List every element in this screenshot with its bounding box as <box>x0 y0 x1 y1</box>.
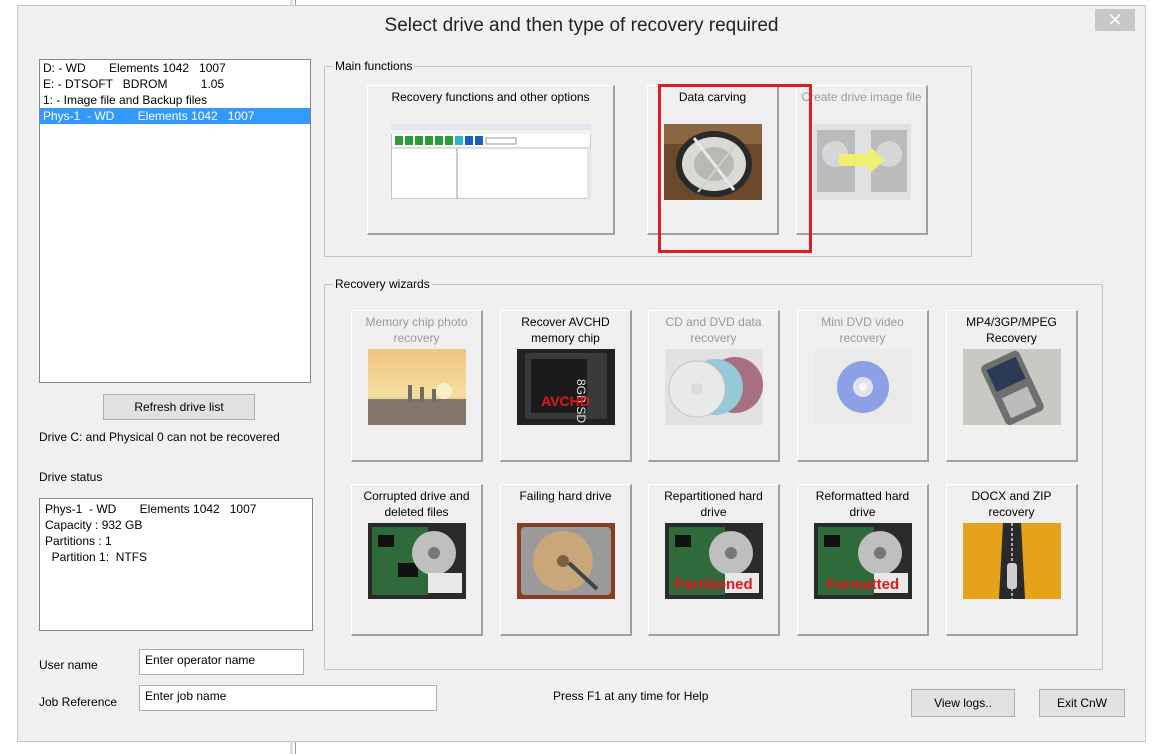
drive-status-line: Phys-1 - WD Elements 1042 1007 <box>45 502 257 516</box>
docx-zip-tile[interactable]: DOCX and ZIP recovery <box>946 484 1078 636</box>
create-drive-image-tile[interactable]: Create drive image file <box>796 85 928 235</box>
corrupted-drive-tile[interactable]: Corrupted drive and deleted files <box>351 484 483 636</box>
tile-label: Failing hard drive <box>519 489 612 503</box>
partitioned-overlay: Partitioned <box>674 576 753 593</box>
zipper-thumbnail <box>962 523 1061 599</box>
drive-status-line: Partitions : 1 <box>45 534 112 548</box>
tile-label: Create drive image file <box>801 90 922 104</box>
tile-label: DOCX and ZIP recovery <box>971 489 1052 519</box>
cd-dvd-tile[interactable]: CD and DVD data recovery <box>648 310 780 462</box>
mp4-3gp-mpeg-tile[interactable]: MP4/3GP/MPEG Recovery <box>946 310 1078 462</box>
hard-drive-thumbnail: Formatted <box>813 523 912 599</box>
sd-card-thumbnail: 8GB SD AVCHD <box>516 349 615 425</box>
close-button[interactable]: ✕ <box>1095 9 1135 31</box>
drive-status-box: Phys-1 - WD Elements 1042 1007 Capacity … <box>39 498 313 631</box>
avchd-overlay: AVCHD <box>541 393 590 409</box>
group-label: Recovery wizards <box>333 277 432 291</box>
tile-label: Reformatted hard drive <box>815 489 910 519</box>
formatted-overlay: Formatted <box>825 576 900 593</box>
close-icon: ✕ <box>1107 9 1123 30</box>
discs-thumbnail <box>664 349 763 425</box>
carving-plate-thumbnail <box>663 124 762 200</box>
hard-drive-thumbnail <box>367 523 466 599</box>
drive-status-line: Capacity : 932 GB <box>45 518 143 532</box>
tile-label: Recover AVCHD memory chip <box>521 315 610 345</box>
job-reference-input[interactable]: Enter job name <box>139 685 437 711</box>
user-name-input[interactable]: Enter operator name <box>139 649 304 675</box>
drive-note: Drive C: and Physical 0 can not be recov… <box>39 430 280 444</box>
user-name-label: User name <box>39 658 98 672</box>
drive-list-item[interactable]: 1: - Image file and Backup files <box>40 92 310 108</box>
avchd-tile[interactable]: Recover AVCHD memory chip 8GB SD AVCHD <box>500 310 632 462</box>
refresh-drive-list-button[interactable]: Refresh drive list <box>103 394 255 420</box>
hard-drive-platter-thumbnail <box>516 523 615 599</box>
hard-drive-thumbnail: Partitioned <box>664 523 763 599</box>
sunset-photo-thumbnail <box>367 349 466 425</box>
repartitioned-drive-tile[interactable]: Repartitioned hard drive Partitioned <box>648 484 780 636</box>
memory-chip-photo-tile[interactable]: Memory chip photo recovery <box>351 310 483 462</box>
recovery-dialog: Select drive and then type of recovery r… <box>17 5 1146 742</box>
mini-dvd-thumbnail <box>813 349 912 425</box>
recovery-functions-tile[interactable]: Recovery functions and other options <box>367 85 615 235</box>
drive-image-thumbnail <box>812 124 911 200</box>
recovery-wizards-group: Recovery wizards Memory chip photo recov… <box>324 277 1103 670</box>
view-logs-button[interactable]: View logs.. <box>911 689 1015 717</box>
main-functions-group: Main functions Recovery functions and ot… <box>324 59 972 257</box>
group-label: Main functions <box>333 59 415 73</box>
drive-list-item-selected[interactable]: Phys-1 - WD Elements 1042 1007 <box>40 108 310 124</box>
tile-label: CD and DVD data recovery <box>665 315 762 345</box>
drive-status-heading: Drive status <box>39 470 103 484</box>
tile-label: MP4/3GP/MPEG Recovery <box>966 315 1057 345</box>
phone-thumbnail <box>962 349 1061 425</box>
tile-label: Memory chip photo recovery <box>365 315 468 345</box>
job-reference-label: Job Reference <box>39 695 118 709</box>
failing-hard-drive-tile[interactable]: Failing hard drive <box>500 484 632 636</box>
mini-dvd-tile[interactable]: Mini DVD video recovery <box>797 310 929 462</box>
drive-status-line: Partition 1: NTFS <box>45 550 148 564</box>
tile-label: Recovery functions and other options <box>391 90 590 104</box>
tile-label: Data carving <box>678 90 747 104</box>
data-carving-tile[interactable]: Data carving <box>647 85 779 235</box>
help-hint: Press F1 at any time for Help <box>553 689 709 703</box>
drive-list-item[interactable]: E: - DTSOFT BDROM 1.05 <box>40 76 310 92</box>
app-window-thumbnail <box>390 124 591 199</box>
dialog-title: Select drive and then type of recovery r… <box>384 15 779 36</box>
drive-list-item[interactable]: D: - WD Elements 1042 1007 <box>40 60 310 76</box>
tile-label: Mini DVD video recovery <box>821 315 904 345</box>
drive-list[interactable]: D: - WD Elements 1042 1007 E: - DTSOFT B… <box>39 59 311 383</box>
tile-label: Repartitioned hard drive <box>664 489 763 519</box>
tile-label: Corrupted drive and deleted files <box>363 489 470 519</box>
exit-button[interactable]: Exit CnW <box>1039 689 1125 717</box>
reformatted-drive-tile[interactable]: Reformatted hard drive Formatted <box>797 484 929 636</box>
